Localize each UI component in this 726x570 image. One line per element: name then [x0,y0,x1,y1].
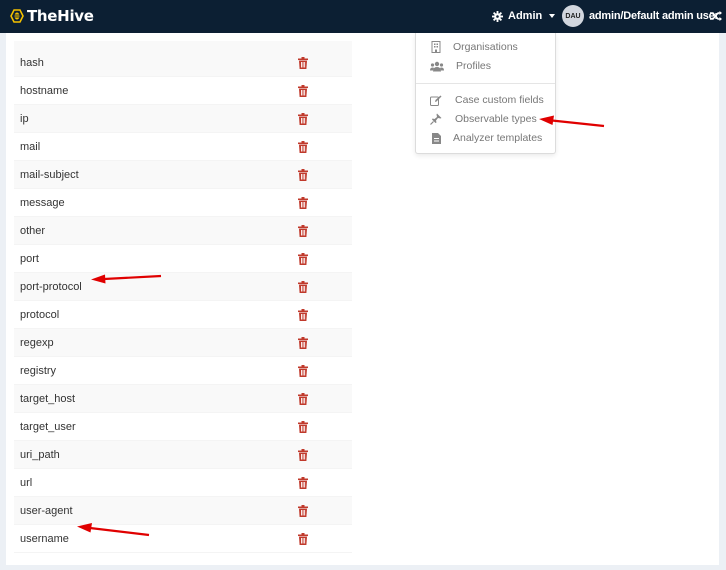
observable-type-name: port [20,253,39,265]
admin-menu-toggle[interactable]: Admin [492,8,556,24]
trash-icon[interactable] [298,365,308,377]
chevron-down-icon [549,14,556,18]
table-row: mail-subject [14,161,352,189]
trash-icon[interactable] [298,57,308,69]
observable-type-name: uri_path [20,449,60,461]
admin-menu-label: Admin [508,10,543,22]
trash-icon[interactable] [298,449,308,461]
trash-icon[interactable] [298,393,308,405]
shuffle-icon[interactable] [710,10,722,22]
trash-icon[interactable] [298,225,308,237]
trash-icon[interactable] [298,421,308,433]
trash-icon[interactable] [298,141,308,153]
edit-icon [430,94,442,106]
table-row: port-protocol [14,273,352,301]
table-row: target_host [14,385,352,413]
observable-type-name: message [20,197,65,209]
table-row: username [14,525,352,553]
building-icon [430,41,442,53]
observable-type-name: username [20,533,69,545]
user-name: admin/Default admin user [589,10,719,22]
trash-icon[interactable] [298,197,308,209]
observable-types-list: hash hostname ip mail mail-subject message oth… [14,41,352,553]
observable-type-name: other [20,225,46,237]
trash-icon[interactable] [298,533,308,545]
trash-icon[interactable] [298,113,308,125]
menu-item-label: Observable types [455,113,537,125]
table-row: url [14,469,352,497]
observable-type-name: hostname [20,85,69,97]
trash-icon[interactable] [298,253,308,265]
menu-item-label: Analyzer templates [453,132,543,144]
observable-type-name: mail [20,141,41,153]
observable-type-name: port-protocol [20,281,82,293]
table-row: target_user [14,413,352,441]
observable-type-name: user-agent [20,505,73,517]
observable-type-name: hash [20,57,44,69]
observable-type-name: regexp [20,337,54,349]
app-name: TheHive [27,7,94,25]
menu-item-organisations[interactable]: Organisations [416,38,555,56]
table-row: uri_path [14,441,352,469]
user-menu-toggle[interactable]: DAU admin/Default admin user [562,4,719,28]
admin-dropdown-menu: Organisations Profiles Case custom field… [415,33,556,154]
observable-type-name: mail-subject [20,169,79,181]
row-divider [14,552,352,553]
file-icon [430,132,442,144]
observable-type-name: protocol [20,309,60,321]
table-row: registry [14,357,352,385]
observable-type-name: registry [20,365,57,377]
bee-logo-icon [10,9,24,23]
top-navbar: TheHive Admin DAU admin/Default admin us… [0,0,726,33]
menu-item-label: Profiles [456,60,492,72]
observable-type-name: url [20,477,33,489]
users-icon [430,60,444,72]
trash-icon[interactable] [298,337,308,349]
trash-icon[interactable] [298,281,308,293]
table-row: ip [14,105,352,133]
pin-icon [430,113,442,125]
table-row: user-agent [14,497,352,525]
trash-icon[interactable] [298,85,308,97]
menu-item-analyzer-templates[interactable]: Analyzer templates [416,129,555,147]
table-row-partial [14,41,352,49]
avatar: DAU [562,5,584,27]
trash-icon[interactable] [298,477,308,489]
observable-type-name: target_host [20,393,76,405]
table-row: hash [14,49,352,77]
table-row: protocol [14,301,352,329]
table-row: message [14,189,352,217]
table-row: mail [14,133,352,161]
observable-types-panel: hash hostname ip mail mail-subject message oth… [6,33,719,565]
observable-type-name: target_user [20,421,76,433]
menu-item-profiles[interactable]: Profiles [416,57,555,75]
trash-icon[interactable] [298,505,308,517]
menu-item-label: Case custom fields [455,94,544,106]
observable-type-name: ip [20,113,29,125]
table-row: other [14,217,352,245]
table-row: port [14,245,352,273]
gear-icon [492,10,503,22]
menu-item-observable-types[interactable]: Observable types [416,110,555,128]
trash-icon[interactable] [298,169,308,181]
menu-item-label: Organisations [453,41,518,53]
app-logo[interactable]: TheHive [9,6,94,26]
trash-icon[interactable] [298,309,308,321]
table-row: regexp [14,329,352,357]
menu-divider [416,83,555,84]
table-row: hostname [14,77,352,105]
menu-item-case-custom-fields[interactable]: Case custom fields [416,91,555,109]
